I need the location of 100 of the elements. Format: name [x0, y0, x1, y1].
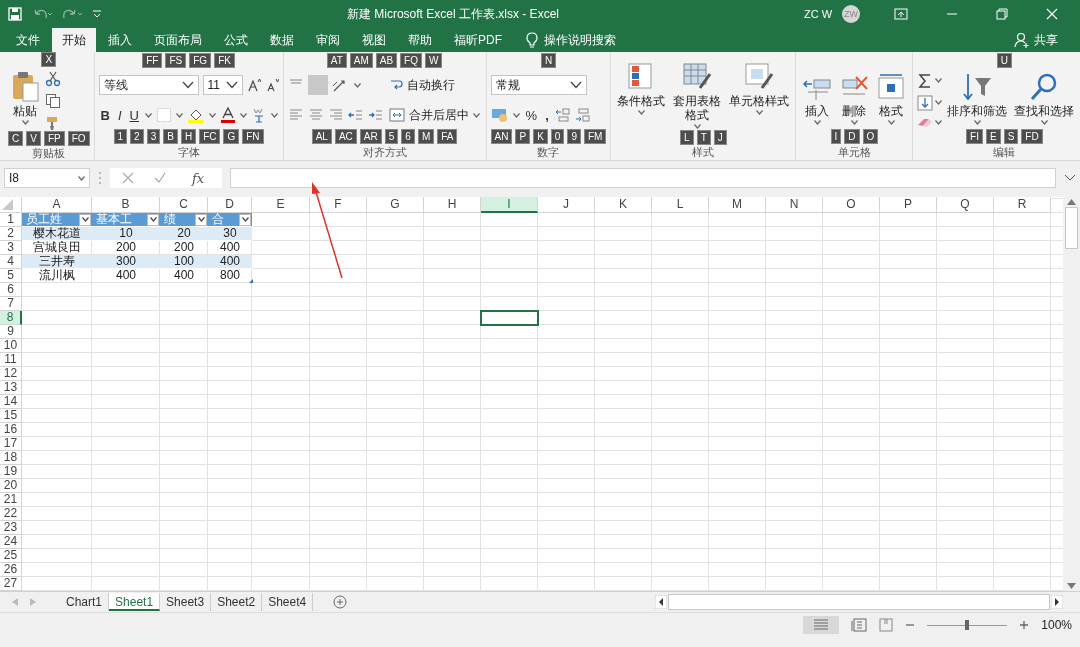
keytip-badge[interactable]: J: [713, 130, 727, 145]
keytip-badge[interactable]: X: [41, 52, 57, 67]
sheet-tab[interactable]: Sheet2: [211, 593, 263, 611]
fill-bucket-icon[interactable]: [187, 107, 205, 123]
keytip-badge[interactable]: FQ: [400, 53, 422, 68]
column-header[interactable]: L: [652, 197, 709, 213]
caret-icon[interactable]: [755, 110, 763, 115]
keytip-badge[interactable]: M: [417, 129, 435, 144]
column-header[interactable]: M: [709, 197, 766, 213]
ribbon-display-icon[interactable]: [894, 8, 908, 20]
expand-icon[interactable]: [1064, 174, 1076, 182]
keytip-badge[interactable]: FD: [1021, 129, 1043, 145]
row-header[interactable]: 18: [0, 451, 22, 465]
find-select-button[interactable]: 查找和选择: [1012, 70, 1077, 126]
row-header[interactable]: 17: [0, 437, 22, 451]
column-header[interactable]: B: [92, 197, 160, 213]
keytip-badge[interactable]: FM: [583, 129, 607, 144]
caret-icon[interactable]: [850, 120, 858, 125]
percent-button[interactable]: %: [523, 107, 540, 123]
keytip-badge[interactable]: W: [425, 53, 443, 68]
filter-button[interactable]: [147, 213, 159, 226]
insert-function-button[interactable]: fx: [186, 169, 211, 187]
row-header[interactable]: 15: [0, 409, 22, 423]
font-shrink-icon[interactable]: [264, 78, 279, 92]
caret-icon[interactable]: [887, 120, 895, 125]
column-header[interactable]: G: [367, 197, 424, 213]
slider-thumb[interactable]: [965, 620, 970, 630]
keytip-badge[interactable]: O: [862, 129, 879, 144]
filter-button[interactable]: [239, 213, 251, 226]
caret-icon[interactable]: [935, 78, 943, 83]
scroll-down-icon[interactable]: [1067, 583, 1076, 589]
row-header[interactable]: 9: [0, 325, 22, 339]
indent-increase-icon[interactable]: [367, 107, 384, 123]
fill-down-icon[interactable]: [917, 94, 934, 111]
column-header[interactable]: C: [160, 197, 208, 213]
comma-button[interactable]: ,: [543, 107, 551, 123]
caret-icon[interactable]: [78, 175, 85, 181]
search-field[interactable]: 操作说明搜索: [544, 31, 616, 49]
chevron-down-icon[interactable]: [225, 81, 238, 89]
chevron-down-icon[interactable]: [181, 81, 194, 89]
sheet-tab[interactable]: Sheet4: [262, 593, 314, 611]
caret-icon[interactable]: [176, 112, 183, 118]
caret-icon[interactable]: [197, 217, 205, 222]
caret-icon[interactable]: [145, 112, 152, 118]
row-header[interactable]: 27: [0, 577, 22, 591]
keytip-badge[interactable]: AL: [311, 129, 332, 144]
caret-icon[interactable]: [472, 112, 480, 118]
ribbon-tab[interactable]: 数据: [260, 28, 304, 52]
row-header[interactable]: 14: [0, 395, 22, 409]
filter-button[interactable]: [195, 213, 207, 226]
restore-icon[interactable]: [996, 8, 1008, 20]
ribbon-tab[interactable]: 开始: [52, 28, 96, 52]
keytip-badge[interactable]: FP: [43, 131, 65, 146]
keytip-badge[interactable]: 3: [146, 129, 161, 144]
keytip-badge[interactable]: FI: [966, 129, 983, 145]
ribbon-tab[interactable]: 视图: [352, 28, 396, 52]
filter-button[interactable]: [79, 213, 91, 226]
bold-button[interactable]: B: [98, 107, 112, 123]
keytip-badge[interactable]: AT: [326, 53, 347, 68]
row-header[interactable]: 6: [0, 283, 22, 297]
zoom-in-icon[interactable]: [1019, 620, 1030, 630]
ribbon-tab[interactable]: 插入: [98, 28, 142, 52]
wrap-text-button[interactable]: 自动换行: [386, 76, 457, 94]
keytip-badge[interactable]: 6: [401, 129, 415, 144]
column-header[interactable]: A: [22, 197, 92, 213]
row-header[interactable]: 13: [0, 381, 22, 395]
font-dropdown[interactable]: 等线: [98, 75, 199, 95]
keytip-badge[interactable]: K: [533, 129, 548, 144]
ribbon-tab[interactable]: 福昕PDF: [444, 28, 512, 52]
caret-icon[interactable]: [973, 119, 981, 125]
chevron-down-icon[interactable]: [569, 81, 582, 89]
row-header[interactable]: 23: [0, 521, 22, 535]
indent-decrease-icon[interactable]: [347, 107, 364, 123]
keytip-badge[interactable]: AC: [334, 129, 357, 144]
caret-icon[interactable]: [353, 82, 361, 88]
scroll-right-icon[interactable]: [1051, 595, 1063, 609]
format-cells-icon[interactable]: [876, 72, 907, 102]
column-header[interactable]: J: [538, 197, 595, 213]
paste-button[interactable]: 粘贴: [8, 69, 42, 126]
keytip-badge[interactable]: FF: [142, 53, 163, 68]
delete-cells-button[interactable]: 删除: [837, 71, 872, 126]
caret-icon[interactable]: [21, 120, 29, 125]
share-button[interactable]: 共享: [1008, 28, 1064, 52]
caret-icon[interactable]: [693, 124, 701, 129]
row-header[interactable]: 4: [0, 255, 22, 269]
ribbon-tab[interactable]: 帮助: [398, 28, 442, 52]
conditional-format-button[interactable]: 条件格式: [615, 61, 668, 116]
keytip-badge[interactable]: FN: [242, 129, 264, 144]
keytip-badge[interactable]: FG: [189, 53, 212, 68]
keytip-badge[interactable]: AM: [349, 53, 373, 68]
check-icon[interactable]: [154, 172, 166, 184]
row-header[interactable]: 7: [0, 297, 22, 311]
font-size-dropdown[interactable]: 11: [202, 75, 243, 95]
keytip-badge[interactable]: AB: [375, 53, 398, 68]
row-header[interactable]: 11: [0, 353, 22, 367]
column-header[interactable]: E: [252, 197, 310, 213]
merge-icon[interactable]: [388, 108, 405, 122]
active-cell[interactable]: [480, 310, 539, 326]
copy-icon[interactable]: [45, 93, 61, 109]
lightbulb-icon[interactable]: [526, 32, 538, 48]
